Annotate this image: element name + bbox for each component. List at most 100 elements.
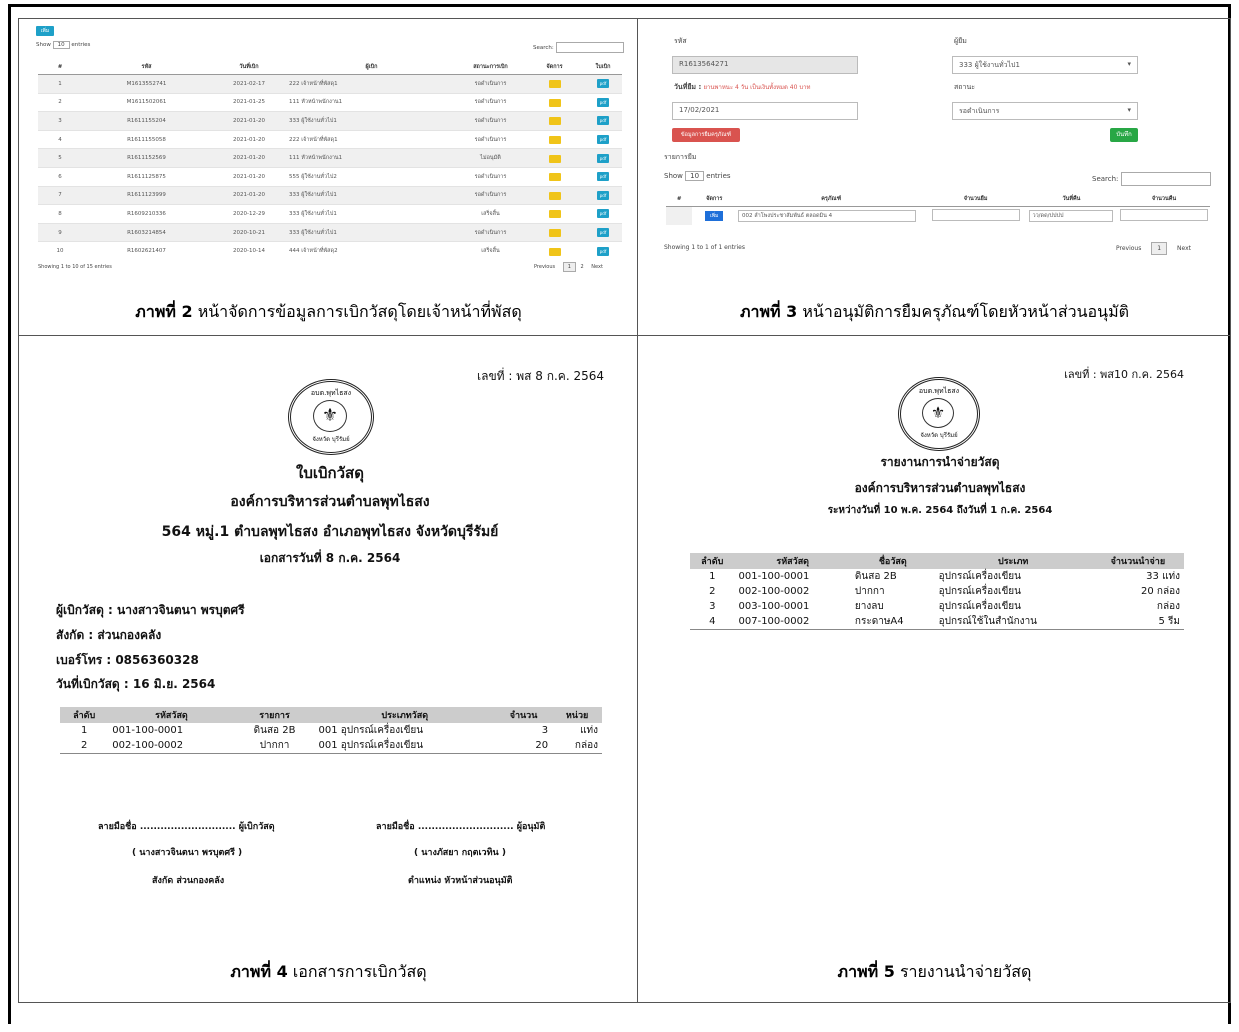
- table-row: 4 R1611155058 2021-01-20 222 เจ้าหน้าที่พัส…: [38, 129, 622, 149]
- fig4-cell-item: ปากกา: [259, 740, 290, 751]
- fig5-cell-type: อุปกรณ์เครื่องเขียน: [938, 586, 1021, 597]
- fig4-doc-date: เอกสารวันที่ 8 ก.ค. 2564: [259, 551, 401, 565]
- fig2-row-number: 7: [38, 185, 82, 205]
- fig3-length-select[interactable]: 10: [685, 171, 705, 181]
- fig2-col-num[interactable]: #: [38, 60, 82, 75]
- pdf-button[interactable]: pdf: [597, 97, 609, 107]
- fig2-row-status: รอดำเนินการ: [456, 129, 525, 149]
- table-row: 4 007-100-0002 กระดาษA4 อุปกรณ์ใช้ในสำนักงา…: [690, 614, 1184, 630]
- fig3-save-button[interactable]: บันทึก: [1110, 128, 1138, 142]
- fig5-cell-qty: 20 กล่อง: [1141, 586, 1180, 597]
- fig2-entries-label: entries: [71, 42, 91, 48]
- edit-button[interactable]: แก้ไข: [548, 229, 561, 238]
- fig3-date-note: ยานพาหนะ 4 วัน เป็นเงินทั้งหมด 40 บาท: [703, 84, 811, 91]
- table-row: 7 R1611123999 2021-01-20 333 ผู้ใช้งานทั่วไ…: [38, 185, 622, 205]
- edit-button[interactable]: แก้ไข: [548, 173, 561, 182]
- fig5-col-name: ชื่อวัสดุ: [850, 553, 935, 569]
- edit-button[interactable]: แก้ไข: [548, 210, 561, 219]
- fig3-search-input[interactable]: [1120, 172, 1211, 186]
- fig3-date-input[interactable]: 17/02/2021: [672, 102, 858, 120]
- fig2-col-status[interactable]: สถานะการเบิก: [456, 60, 525, 75]
- edit-button[interactable]: แก้ไข: [548, 247, 561, 256]
- fig2-add-button[interactable]: เพิ่ม: [36, 26, 54, 36]
- pdf-button[interactable]: pdf: [597, 116, 609, 126]
- fig5-document: เลขที่ : พส10 ก.ค. 2564 อบต.พุทไธสง ⚜ จั…: [680, 345, 1200, 645]
- fig2-col-pdf[interactable]: ใบเบิก: [584, 60, 622, 75]
- fig3-page-1[interactable]: 1: [1151, 242, 1168, 255]
- fig5-table-body: 1 001-100-0001 ดินสอ 2B อุปกรณ์เครื่องเขียน…: [690, 569, 1184, 630]
- edit-button[interactable]: แก้ไข: [548, 154, 561, 163]
- fig2-page-1[interactable]: 1: [562, 262, 576, 272]
- pdf-button[interactable]: pdf: [597, 246, 609, 256]
- fig2-col-manage[interactable]: จัดการ: [525, 60, 584, 75]
- pdf-button[interactable]: pdf: [597, 209, 609, 219]
- fig3-col-return-qty[interactable]: จำนวนคืน: [1118, 192, 1210, 207]
- fig3-col-item[interactable]: ครุภัณฑ์: [736, 192, 927, 207]
- fig3-code-label: รหัส: [674, 37, 687, 45]
- fig2-row-pdf-cell: pdf: [584, 111, 622, 131]
- pdf-button[interactable]: pdf: [597, 79, 609, 89]
- table-row: 3 003-100-0001 ยางลบ อุปกรณ์เครื่องเขียน กล่…: [690, 599, 1184, 614]
- fig3-status-select[interactable]: รอดำเนินการ ▾: [952, 102, 1138, 120]
- fig3-search-label: Search:: [1092, 175, 1119, 183]
- fig4-col-unit: หน่วย: [552, 707, 602, 723]
- fig3-prev[interactable]: Previous: [1116, 245, 1141, 252]
- fig5-cell-no: 1: [709, 571, 716, 582]
- pdf-button[interactable]: pdf: [597, 228, 609, 238]
- pdf-button[interactable]: pdf: [597, 135, 609, 145]
- fig3-return-date-input[interactable]: วว/ดด/ปปปป: [1029, 209, 1114, 222]
- edit-button[interactable]: แก้ไข: [548, 117, 561, 126]
- fig3-col-manage[interactable]: จัดการ: [692, 192, 737, 207]
- fig2-col-code[interactable]: รหัส: [82, 60, 211, 75]
- fig3-borrow-info-button[interactable]: ข้อมูลการยืมครุภัณฑ์: [672, 128, 740, 142]
- fig2-row-status: รอดำเนินการ: [456, 74, 525, 94]
- fig2-search-input[interactable]: [555, 42, 624, 53]
- edit-button[interactable]: แก้ไข: [548, 80, 561, 89]
- pdf-button[interactable]: pdf: [597, 190, 609, 200]
- fig4-sign-right-position: ตำแหน่ง หัวหน้าส่วนอนุมัติ: [408, 876, 513, 886]
- fig2-next[interactable]: Next: [591, 264, 603, 270]
- fig4-col-item: รายการ: [234, 707, 315, 723]
- fig2-row-requester: 222 เจ้าหน้าที่พัสดุ1: [287, 74, 456, 94]
- fig3-screenshot: รหัส R1613564271 ผู้ยืม 333 ผู้ใช้งานทั่…: [662, 32, 1217, 267]
- fig2-col-date[interactable]: วันที่เบิก: [211, 60, 287, 75]
- fig5-cell-type: อุปกรณ์เครื่องเขียน: [938, 601, 1021, 612]
- fig5-cell-name: ปากกา: [854, 586, 885, 597]
- fig3-col-return-date[interactable]: วันที่คืน: [1024, 192, 1118, 207]
- edit-button[interactable]: แก้ไข: [548, 136, 561, 145]
- fig2-row-requester: 111 หัวหน้าพนักงาน1: [287, 92, 456, 112]
- fig4-document: เลขที่ : พส 8 ก.ค. 2564 อบต.พุทไธสง ⚜ จั…: [40, 345, 620, 905]
- fig3-col-borrow-qty[interactable]: จำนวนยืม: [926, 192, 1025, 207]
- fig3-borrow-qty-input[interactable]: [931, 208, 1020, 221]
- fig3-return-qty-input[interactable]: [1120, 208, 1208, 221]
- fig3-code-input[interactable]: R1613564271: [672, 56, 858, 74]
- fig2-row-pdf-cell: pdf: [584, 204, 622, 224]
- fig4-phone: เบอร์โทร : 0856360328: [56, 653, 199, 667]
- edit-button[interactable]: แก้ไข: [548, 98, 561, 107]
- fig2-row-manage-cell: แก้ไข: [525, 129, 584, 149]
- fig2-col-requester[interactable]: ผู้เบิก: [287, 60, 456, 75]
- fig2-row-manage-cell: แก้ไข: [525, 92, 584, 112]
- fig3-show-label: Show: [664, 172, 683, 180]
- fig3-row-add-button[interactable]: เพิ่ม: [705, 210, 724, 221]
- fig3-item-select[interactable]: 002 ลำโพงประชาสัมพันธ์ ตลอดมิน 4: [738, 209, 917, 222]
- fig2-search-label: Search:: [533, 45, 554, 51]
- fig3-next[interactable]: Next: [1177, 245, 1191, 252]
- fig2-row-code: R1603214854: [82, 222, 211, 242]
- fig2-row-date: 2020-12-29: [211, 204, 287, 224]
- fig2-prev[interactable]: Previous: [534, 264, 555, 270]
- pdf-button[interactable]: pdf: [597, 153, 609, 163]
- pdf-button[interactable]: pdf: [597, 172, 609, 182]
- fig2-search: Search:: [533, 42, 624, 53]
- fig3-borrower-select[interactable]: 333 ผู้ใช้งานทั่วไป1 ▾: [952, 56, 1138, 74]
- fig3-col-num[interactable]: #: [666, 192, 693, 207]
- fig5-cell-name: ยางลบ: [854, 601, 884, 612]
- table-row: 6 R1611125875 2021-01-20 555 ผู้ใช้งานทั่วไ…: [38, 166, 622, 187]
- edit-button[interactable]: แก้ไข: [548, 191, 561, 200]
- fig2-row-status: รอดำเนินการ: [456, 166, 525, 187]
- fig4-cell-unit: กล่อง: [574, 740, 598, 751]
- fig2-page-2[interactable]: 2: [581, 264, 584, 270]
- fig4-seal-emblem: ⚜: [313, 400, 347, 432]
- fig2-length-select[interactable]: 10: [52, 41, 70, 49]
- fig5-seal-emblem: ⚜: [922, 398, 954, 428]
